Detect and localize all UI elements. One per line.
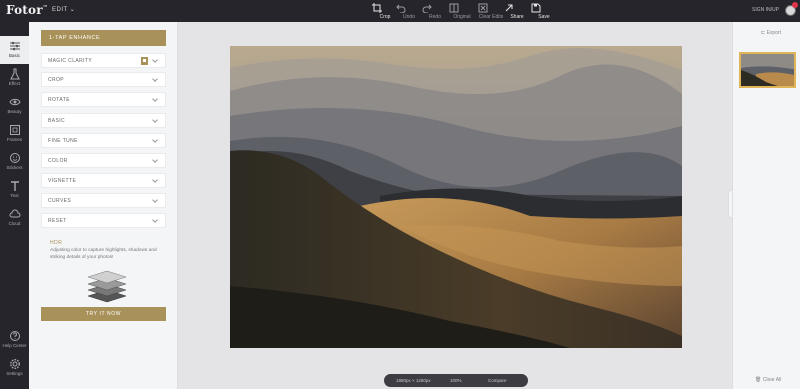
sidebar-item-cloud[interactable]: Cloud (0, 204, 29, 232)
image-dimensions: 1880px × 1250px (396, 378, 431, 383)
photo-thumbnail[interactable] (739, 52, 796, 88)
chevron-down-icon (152, 217, 158, 223)
edit-menu[interactable]: EDIT ⌄ (52, 6, 75, 13)
redo-button[interactable]: Redo (422, 2, 448, 22)
landscape-photo (230, 46, 682, 348)
chevron-down-icon (152, 177, 158, 183)
crop-icon (372, 3, 382, 13)
clear-edits-button[interactable]: Clear Edits (478, 2, 504, 22)
compare-button[interactable]: Compare (488, 374, 507, 387)
chevron-down-icon (152, 117, 158, 123)
export-button[interactable]: ⊏ Export (761, 30, 781, 36)
export-icon: ⊏ (761, 30, 766, 36)
hdr-promo-title: HDR (50, 240, 63, 246)
premium-badge-icon (141, 57, 148, 65)
save-button[interactable]: Save (531, 2, 557, 22)
text-icon (10, 181, 19, 191)
gear-icon (9, 358, 20, 370)
chevron-down-icon (152, 197, 158, 203)
sidebar-item-basic[interactable]: Basic (0, 36, 29, 64)
original-button[interactable]: Original (449, 2, 475, 22)
try-it-now-button[interactable]: TRY IT NOW (41, 307, 166, 321)
sidebar-item-settings[interactable]: Settings (0, 354, 29, 382)
chevron-down-icon: ⌄ (69, 7, 76, 13)
top-bar: Fotor™ EDIT ⌄ Crop Undo Redo Original Cl… (0, 0, 800, 22)
section-fine-tune[interactable]: FINE TUNE (41, 133, 166, 148)
sidebar-item-effect[interactable]: Effect (0, 64, 29, 92)
frame-icon (9, 125, 20, 135)
zoom-bar: 1880px × 1250px 100% Compare (384, 374, 528, 387)
section-curves[interactable]: CURVES (41, 193, 166, 208)
cloud-icon (9, 209, 20, 218)
section-vignette[interactable]: VIGNETTE (41, 173, 166, 188)
clear-edits-icon (478, 3, 488, 13)
sidebar-item-text[interactable]: Text (0, 176, 29, 204)
original-icon (449, 3, 459, 13)
history-panel: ⊏ Export 🗑︎ Clear All (732, 22, 800, 389)
chevron-down-icon (152, 96, 158, 102)
undo-button[interactable]: Undo (396, 2, 422, 22)
help-icon (9, 331, 20, 341)
trash-icon: 🗑︎ (755, 377, 762, 383)
sidebar-item-beauty[interactable]: Beauty (0, 92, 29, 120)
sidebar-item-stickers[interactable]: Stickers (0, 148, 29, 176)
crop-button[interactable]: Crop (372, 2, 398, 22)
left-nav: Basic Effect Beauty Frames Stickers Text… (0, 22, 29, 389)
redo-icon (422, 4, 432, 13)
one-tap-enhance-button[interactable]: 1-TAP ENHANCE (41, 30, 166, 46)
canvas-area: 1880px × 1250px 100% Compare (178, 22, 732, 389)
fotor-logo[interactable]: Fotor™ (6, 3, 48, 17)
sidebar-item-frames[interactable]: Frames (0, 120, 29, 148)
section-rotate[interactable]: ROTATE (41, 92, 166, 107)
sticker-icon (9, 153, 20, 163)
notification-badge (792, 2, 798, 8)
adjust-panel: 1-TAP ENHANCE MAGIC CLARITY CROP ROTATE … (29, 22, 178, 389)
flask-icon (9, 68, 20, 80)
chevron-down-icon (152, 137, 158, 143)
chevron-down-icon (152, 57, 158, 63)
undo-icon (396, 4, 406, 13)
section-magic-clarity[interactable]: MAGIC CLARITY (41, 53, 166, 68)
thumbnail-image (741, 54, 794, 86)
sliders-icon (9, 41, 20, 51)
eye-icon (8, 98, 21, 106)
zoom-level[interactable]: 100% (450, 374, 462, 387)
photo-canvas[interactable] (230, 46, 682, 348)
share-icon (505, 4, 513, 12)
section-reset[interactable]: RESET (41, 213, 166, 228)
sidebar-item-help-center[interactable]: Help Center (0, 326, 29, 354)
section-crop[interactable]: CROP (41, 72, 166, 87)
chevron-down-icon (152, 76, 158, 82)
save-icon (531, 3, 541, 13)
hdr-promo-text: Adjusting color to capture highlights, s… (50, 248, 157, 260)
section-color[interactable]: COLOR (41, 153, 166, 168)
clear-all-button[interactable]: 🗑︎ Clear All (755, 377, 781, 383)
section-basic[interactable]: BASIC (41, 113, 166, 128)
sign-in-link[interactable]: SIGN IN/UP (752, 7, 779, 13)
share-button[interactable]: Share (504, 2, 530, 22)
chevron-down-icon (152, 157, 158, 163)
layers-illustration (87, 270, 127, 303)
